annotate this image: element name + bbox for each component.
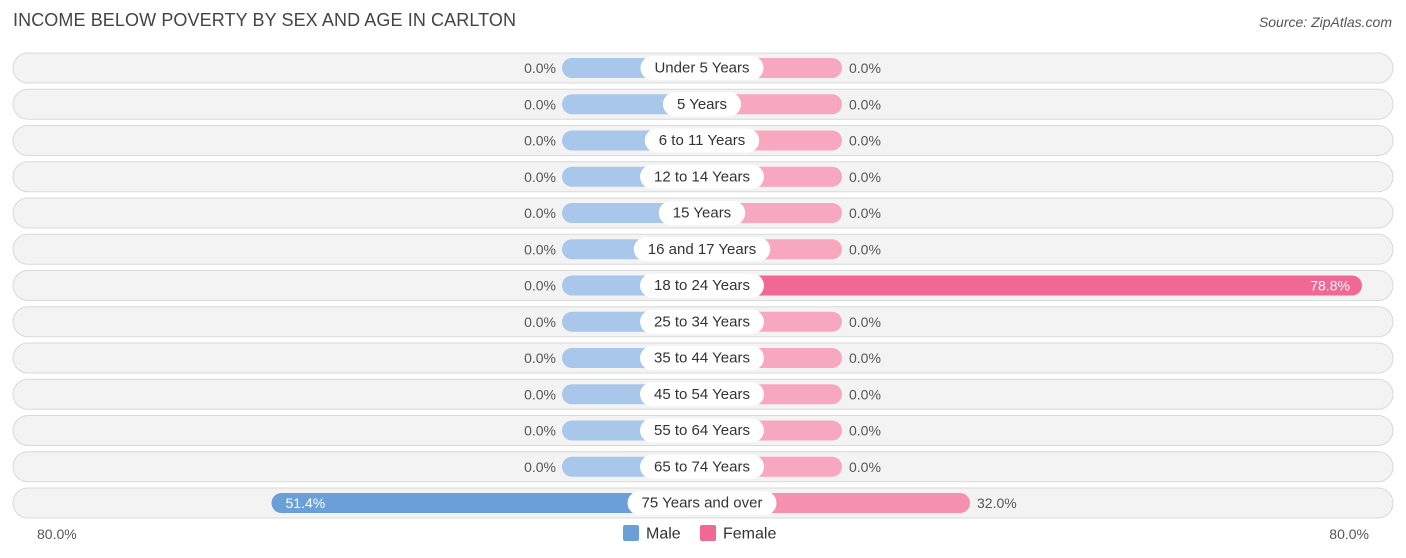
category-label: 65 to 74 Years [654, 458, 750, 475]
value-label-male: 0.0% [524, 350, 556, 366]
legend-swatch-female [700, 525, 716, 541]
value-label-female: 0.0% [849, 459, 881, 475]
axis-right-label: 80.0% [1329, 526, 1369, 542]
value-label-male: 0.0% [524, 386, 556, 402]
category-label: 25 to 34 Years [654, 313, 750, 330]
category-label: 16 and 17 Years [648, 241, 756, 258]
row-9: 0.0% 0.0% 45 to 54 Years [12, 378, 1394, 410]
row-5: 0.0% 0.0% 16 and 17 Years [12, 233, 1394, 265]
value-label-female: 0.0% [849, 423, 881, 439]
value-label-male: 0.0% [524, 133, 556, 149]
legend: Male Female [623, 525, 776, 543]
legend-swatch-male [623, 525, 639, 541]
row-7: 0.0% 0.0% 25 to 34 Years [12, 306, 1394, 338]
value-label-male: 0.0% [524, 423, 556, 439]
axis-left-label: 80.0% [37, 526, 77, 542]
row-6: 0.0% 78.8% 18 to 24 Years [12, 270, 1394, 301]
row-4: 0.0% 0.0% 15 Years [12, 197, 1394, 229]
value-label-male: 0.0% [524, 459, 556, 475]
row-8: 0.0% 0.0% 35 to 44 Years [12, 342, 1394, 374]
category-label: 75 Years and over [642, 495, 763, 512]
row-2: 0.0% 0.0% 6 to 11 Years [12, 125, 1394, 156]
value-label-female: 0.0% [849, 133, 881, 149]
row-10: 0.0% 0.0% 55 to 64 Years [12, 415, 1394, 446]
value-label-male: 0.0% [524, 278, 556, 294]
value-label-male: 0.0% [524, 169, 556, 185]
row-11: 0.0% 0.0% 65 to 74 Years [12, 451, 1394, 483]
chart-rows: 0.0% 0.0%Under 5 Years0.0% 0.0%5 Years0.0%… [12, 52, 1394, 519]
value-label-female: 0.0% [849, 314, 881, 330]
category-label: 5 Years [677, 96, 727, 113]
category-label: 6 to 11 Years [659, 132, 745, 149]
category-label: 35 to 44 Years [654, 350, 750, 367]
value-label-male: 0.0% [524, 205, 556, 221]
bar-female [702, 275, 1362, 296]
value-label-female: 0.0% [849, 350, 881, 366]
category-label: Under 5 Years [654, 60, 749, 77]
row-0: 0.0% 0.0% Under 5 Years [12, 52, 1394, 84]
row-12: 51.4% 32.0% 75 Years and over [12, 487, 1394, 519]
value-label-female: 0.0% [849, 96, 881, 112]
value-label-female: 0.0% [849, 241, 881, 257]
value-label-male: 0.0% [524, 241, 556, 257]
legend-label-male: Male [646, 526, 681, 543]
category-label: 55 to 64 Years [654, 422, 750, 439]
value-label-female: 0.0% [849, 169, 881, 185]
value-label-female: 0.0% [849, 386, 881, 402]
category-label: 18 to 24 Years [654, 277, 750, 294]
category-label: 12 to 14 Years [654, 168, 750, 185]
value-label-female: 0.0% [849, 205, 881, 221]
chart-canvas: 0.0% 0.0%Under 5 Years0.0% 0.0%5 Years0.0%… [12, 52, 1394, 543]
category-label: 45 to 54 Years [654, 386, 750, 403]
value-label-male: 0.0% [524, 314, 556, 330]
category-label: 15 Years [673, 205, 731, 222]
value-label-male: 0.0% [524, 96, 556, 112]
value-label-female: 32.0% [977, 495, 1017, 511]
row-3: 0.0% 0.0% 12 to 14 Years [12, 161, 1394, 193]
value-label-male: 51.4% [286, 495, 326, 511]
value-label-female: 0.0% [849, 60, 881, 76]
value-label-male: 0.0% [524, 60, 556, 76]
value-label-female: 78.8% [1310, 278, 1350, 294]
row-1: 0.0% 0.0% 5 Years [12, 88, 1394, 120]
legend-label-female: Female [723, 526, 776, 543]
